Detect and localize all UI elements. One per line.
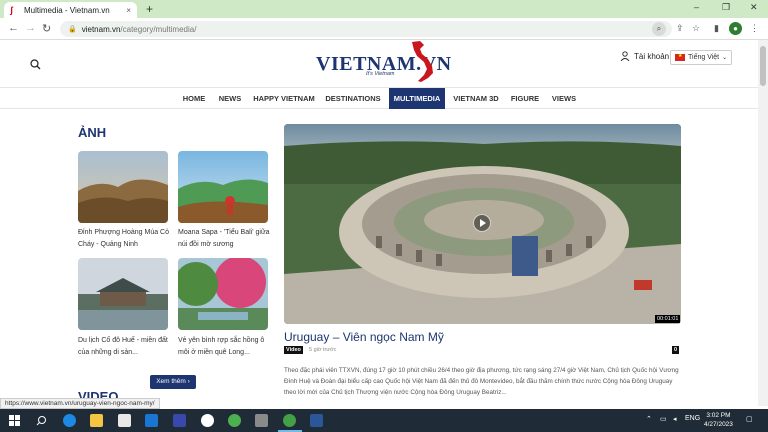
taskbar-clock[interactable]: 3:02 PM 4/27/2023	[704, 411, 733, 429]
vietnam-map-logo-icon	[412, 41, 433, 82]
photo-caption-1[interactable]: Đỉnh Phượng Hoàng Múa Cỏ Cháy - Quảng Ni…	[78, 227, 173, 251]
reload-icon[interactable]: ↻	[42, 22, 51, 35]
edge-icon[interactable]	[63, 414, 76, 427]
photo-caption-2[interactable]: Moana Sapa - 'Tiểu Bali' giữa núi đồi mờ…	[178, 227, 273, 251]
view-more-button[interactable]: Xem thêm ›	[150, 375, 196, 389]
network-icon[interactable]: ▭	[660, 415, 667, 423]
nav-destinations[interactable]: DESTINATIONS	[322, 88, 384, 109]
tab-title: Multimedia - Vietnam.vn	[24, 5, 110, 15]
web-page: VIETNAM.VN It's Vietnam Tài khoản Tiếng …	[0, 40, 758, 406]
input-language[interactable]: ENG	[685, 415, 700, 422]
url-path: /category/multimedia/	[120, 24, 197, 34]
language-label: Tiếng Việt	[688, 54, 720, 61]
clock-date: 4/27/2023	[704, 421, 733, 428]
share-icon[interactable]: ⇪	[676, 23, 684, 34]
word-icon[interactable]	[310, 414, 323, 427]
video-duration: 00:01:01	[655, 315, 681, 323]
featured-article-summary: Theo đặc phái viên TTXVN, đúng 17 giờ 10…	[284, 367, 679, 396]
app-icon-white[interactable]	[201, 414, 214, 427]
nav-news[interactable]: NEWS	[214, 88, 246, 109]
taskbar-search-icon[interactable]	[36, 415, 47, 426]
photo-thumbnail-2[interactable]	[178, 151, 268, 223]
forward-arrow-icon[interactable]: →	[25, 22, 36, 34]
photo-thumbnail-3[interactable]	[78, 258, 168, 330]
nav-figure[interactable]: FIGURE	[508, 88, 542, 109]
app-icon-blue[interactable]	[173, 414, 186, 427]
mail-icon[interactable]	[145, 414, 158, 427]
chevron-down-icon: ⌄	[722, 55, 728, 61]
back-arrow-icon[interactable]: ←	[8, 22, 19, 34]
language-select[interactable]: Tiếng Việt ⌄	[670, 50, 732, 65]
account-label: Tài khoản	[634, 51, 670, 61]
page-scrollbar[interactable]	[758, 40, 768, 406]
browser-tab-strip: ʃ Multimedia - Vietnam.vn × + – ❐ ✕	[0, 0, 768, 18]
windows-start-icon[interactable]	[9, 415, 20, 426]
account-link[interactable]: Tài khoản	[620, 51, 669, 61]
tab-close-icon[interactable]: ×	[126, 6, 131, 15]
photo-thumbnail-4[interactable]	[178, 258, 268, 330]
photo-caption-3[interactable]: Du lịch Cố đô Huế - miền đất của những d…	[78, 335, 173, 359]
scrollbar-thumb[interactable]	[760, 46, 766, 86]
side-panel-icon[interactable]: ▮	[714, 23, 719, 34]
profile-avatar-icon[interactable]: ●	[729, 22, 742, 35]
photo-thumbnail-1[interactable]	[78, 151, 168, 223]
photo-caption-4[interactable]: Vẻ yên bình rợp sắc hồng ô môi ở miền qu…	[178, 335, 273, 359]
chrome-icon[interactable]	[228, 414, 241, 427]
store-icon[interactable]	[118, 414, 131, 427]
zoom-icon[interactable]: ⌕	[652, 22, 666, 36]
vietnam-flag-icon	[675, 53, 685, 61]
nav-vietnam-3d[interactable]: VIETNAM 3D	[450, 88, 502, 109]
windows-taskbar: ⌃ ▭ ◂ ENG 3:02 PM 4/27/2023 ▢	[0, 409, 768, 432]
clock-time: 3:02 PM	[706, 412, 731, 419]
main-navigation: HOME NEWS HAPPY VIETNAM DESTINATIONS MUL…	[0, 87, 758, 109]
address-bar[interactable]: 🔒 vietnam.vn/category/multimedia/	[60, 21, 672, 37]
photos-section-title: ẢNH	[78, 125, 107, 140]
nav-happy-vietnam[interactable]: HAPPY VIETNAM	[250, 88, 318, 109]
comment-count-badge: 0	[672, 346, 680, 354]
publish-time: 5 giờ trước	[309, 347, 337, 353]
link-status-bar: https://www.vietnam.vn/uruguay-vien-ngoc…	[0, 398, 160, 409]
window-close-button[interactable]: ✕	[750, 2, 758, 13]
featured-article-title[interactable]: Uruguay – Viên ngọc Nam Mỹ	[284, 330, 444, 344]
user-icon	[620, 51, 630, 61]
nav-views[interactable]: VIEWS	[549, 88, 579, 109]
chrome-active-icon[interactable]	[283, 414, 296, 427]
tray-chevron-up-icon[interactable]: ⌃	[646, 415, 652, 423]
file-explorer-icon[interactable]	[90, 414, 103, 427]
site-tagline: It's Vietnam	[366, 71, 395, 77]
window-minimize-button[interactable]: –	[694, 2, 699, 12]
app-icon-gray[interactable]	[255, 414, 268, 427]
site-favicon-icon: ʃ	[10, 5, 13, 15]
nav-home[interactable]: HOME	[178, 88, 210, 109]
lock-icon: 🔒	[68, 26, 77, 33]
window-restore-button[interactable]: ❐	[722, 2, 730, 13]
play-icon[interactable]	[473, 214, 491, 232]
browser-menu-icon[interactable]: ⋮	[750, 23, 759, 34]
browser-toolbar: ← → ↻ 🔒 vietnam.vn/category/multimedia/ …	[0, 18, 768, 40]
nav-multimedia[interactable]: MULTIMEDIA	[389, 88, 445, 109]
browser-tab-active[interactable]: ʃ Multimedia - Vietnam.vn ×	[4, 2, 137, 18]
volume-icon[interactable]: ◂	[673, 415, 677, 423]
notification-icon[interactable]: ▢	[746, 415, 753, 423]
new-tab-button[interactable]: +	[146, 2, 153, 16]
search-icon[interactable]	[30, 59, 41, 70]
video-badge: Video	[284, 346, 303, 354]
url-host: vietnam.vn	[81, 24, 121, 34]
bookmark-star-icon[interactable]: ☆	[692, 23, 700, 34]
